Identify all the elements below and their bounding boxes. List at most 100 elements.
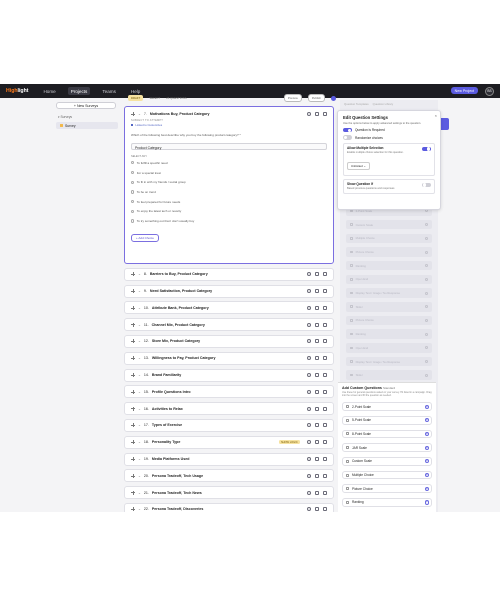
question-row[interactable]: ⌄ 18. Personality Type SHOW LOGIC <box>124 435 334 449</box>
template-item[interactable]: Picture Choice <box>346 315 432 326</box>
choice-item[interactable]: To fit in with my friends / social group <box>131 177 327 187</box>
choice-label[interactable]: To fulfill a specific need <box>137 161 168 165</box>
add-template-icon[interactable] <box>425 346 428 350</box>
eye-icon[interactable] <box>307 490 311 495</box>
chevron-down-icon[interactable]: ⌄ <box>138 507 141 511</box>
chevron-down-icon[interactable]: ⌄ <box>138 112 141 116</box>
trash-icon[interactable] <box>323 457 327 462</box>
radio-icon[interactable] <box>131 219 135 223</box>
template-item[interactable]: Display Text / Image / No Response <box>346 288 432 298</box>
question-card-open[interactable]: ⌄ 7. Motivations Buy, Product Category S… <box>124 106 334 264</box>
preview-button[interactable]: Preview <box>283 94 302 102</box>
eye-icon[interactable] <box>307 112 311 116</box>
choice-label[interactable]: To enjoy the latest tech or novelty <box>137 209 182 213</box>
trash-icon[interactable] <box>323 339 327 344</box>
choice-item[interactable]: To feel prepared for future needs <box>131 197 327 207</box>
drag-handle-icon[interactable] <box>131 339 135 344</box>
eye-icon[interactable] <box>307 440 311 445</box>
template-item[interactable]: Slider <box>346 370 432 380</box>
chevron-down-icon[interactable]: ⌄ <box>138 457 141 461</box>
drag-handle-icon[interactable] <box>131 440 135 445</box>
tab-question-library[interactable]: Question Library <box>373 102 394 106</box>
choice-item[interactable]: To try something out that I don't usuall… <box>131 216 327 226</box>
chevron-down-icon[interactable]: ⌄ <box>138 323 141 327</box>
radio-icon[interactable] <box>131 170 135 175</box>
trash-icon[interactable] <box>323 112 327 116</box>
choice-label[interactable]: For a special treat <box>137 171 161 175</box>
duplicate-icon[interactable] <box>315 322 319 327</box>
drag-handle-icon[interactable] <box>131 356 135 361</box>
eye-icon[interactable] <box>307 322 311 327</box>
question-row[interactable]: ⌄ 13. Willingness to Pay, Product Category <box>124 351 334 365</box>
duplicate-icon[interactable] <box>315 339 319 344</box>
select-label[interactable]: SELECT <box>149 96 160 100</box>
add-choice-button[interactable]: + Add Choice <box>131 233 159 242</box>
chevron-down-icon[interactable]: ⌄ <box>138 272 141 276</box>
radio-icon[interactable] <box>131 190 135 194</box>
add-template-icon[interactable] <box>425 291 428 295</box>
template-item[interactable]: Ranking <box>346 329 432 339</box>
nav-link-projects[interactable]: Projects <box>67 87 91 95</box>
question-row[interactable]: ⌄ 15. Profile Questions Intro <box>124 385 334 399</box>
custom-question-item[interactable]: JAR Scale + <box>342 443 432 452</box>
nav-link-teams[interactable]: Teams <box>99 87 119 95</box>
eye-icon[interactable] <box>307 389 311 394</box>
question-row[interactable]: ⌄ 11. Channel Mix, Product Category <box>124 318 334 332</box>
linked-indicator[interactable]: Linked to Customizes <box>131 123 327 127</box>
duplicate-icon[interactable] <box>315 112 319 116</box>
duplicate-icon[interactable] <box>315 373 319 378</box>
radio-icon[interactable] <box>131 161 135 165</box>
question-row[interactable]: ⌄ 9. Need Satisfaction, Product Category <box>124 284 334 298</box>
add-template-icon[interactable] <box>425 277 428 281</box>
more-button[interactable] <box>331 95 336 101</box>
duplicate-icon[interactable] <box>315 507 319 512</box>
question-row[interactable]: ⌄ 16. Activities to Relax <box>124 402 334 416</box>
chevron-down-icon[interactable]: ⌄ <box>138 440 141 444</box>
duplicate-icon[interactable] <box>315 457 319 462</box>
chevron-down-icon[interactable]: ⌄ <box>138 407 141 411</box>
question-row[interactable]: ⌄ 20. Persona Tradeoff, Tech Usage <box>124 469 334 483</box>
plus-icon[interactable]: + <box>424 418 429 423</box>
duplicate-icon[interactable] <box>315 473 319 478</box>
trash-icon[interactable] <box>323 305 327 310</box>
drag-handle-icon[interactable] <box>131 322 135 327</box>
add-template-icon[interactable] <box>425 305 428 309</box>
trash-icon[interactable] <box>323 440 327 445</box>
show-if-toggle[interactable] <box>422 182 431 188</box>
plus-icon[interactable]: + <box>424 500 429 505</box>
choice-item[interactable]: To enjoy the latest tech or novelty <box>131 206 327 216</box>
plus-icon[interactable]: + <box>424 459 429 464</box>
duplicate-icon[interactable] <box>315 490 319 495</box>
duplicate-icon[interactable] <box>315 289 319 294</box>
choice-item[interactable]: To fulfill a specific need <box>131 158 327 168</box>
nav-link-home[interactable]: Home <box>40 87 58 95</box>
radio-icon[interactable] <box>131 200 135 204</box>
custom-question-item[interactable]: 2-Point Scale + <box>342 402 432 411</box>
drag-handle-icon[interactable] <box>131 112 135 116</box>
chevron-down-icon[interactable]: ⌄ <box>138 356 141 360</box>
add-template-icon[interactable] <box>425 318 428 322</box>
eye-icon[interactable] <box>307 339 311 344</box>
drag-handle-icon[interactable] <box>131 272 135 277</box>
eye-icon[interactable] <box>307 272 311 277</box>
eye-icon[interactable] <box>307 457 311 462</box>
template-item[interactable]: Picture Choice <box>346 247 432 257</box>
radio-icon[interactable] <box>131 209 135 213</box>
plus-icon[interactable]: + <box>424 404 429 409</box>
duplicate-icon[interactable] <box>315 305 319 310</box>
choice-label[interactable]: To be on trend <box>137 190 156 194</box>
choice-label[interactable]: To feel prepared for future needs <box>137 200 181 204</box>
eye-icon[interactable] <box>307 507 311 512</box>
add-template-icon[interactable] <box>425 332 428 336</box>
custom-question-item[interactable]: Picture Choice + <box>342 484 432 494</box>
drag-handle-icon[interactable] <box>131 507 135 512</box>
custom-question-item[interactable]: 8-Point Scale + <box>342 429 432 439</box>
custom-question-item[interactable]: Multiple Choice + <box>342 470 432 480</box>
template-item[interactable]: Open End <box>346 274 432 285</box>
trash-icon[interactable] <box>323 356 327 361</box>
trash-icon[interactable] <box>323 289 327 294</box>
publish-button[interactable]: Publish <box>307 94 325 102</box>
chevron-down-icon[interactable]: ⌄ <box>138 491 141 495</box>
custom-question-item[interactable]: Ranking + <box>342 498 432 507</box>
add-template-icon[interactable] <box>425 250 428 254</box>
